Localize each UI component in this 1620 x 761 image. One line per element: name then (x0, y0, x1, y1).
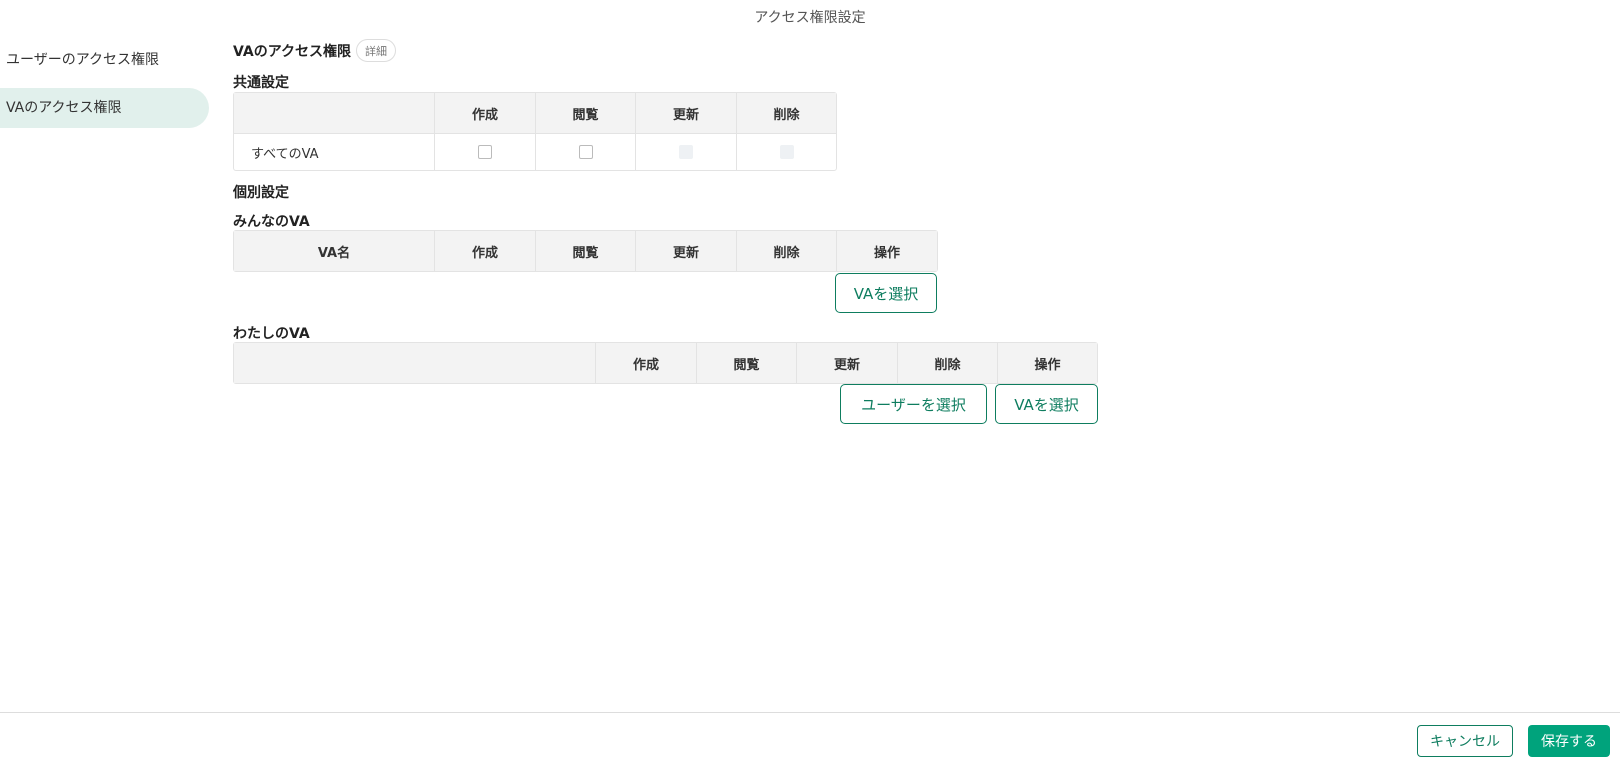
individual-settings-label: 個別設定 (233, 185, 289, 201)
table-header: 作成 閲覧 更新 削除 (234, 93, 836, 133)
column-header-update: 更新 (636, 93, 737, 133)
view-checkbox[interactable] (578, 145, 593, 159)
column-header-view: 閲覧 (536, 231, 636, 271)
column-header-create: 作成 (435, 93, 536, 133)
column-header-va-name: VA名 (234, 231, 435, 271)
delete-checkbox[interactable] (779, 145, 794, 159)
footer-divider (0, 712, 1620, 713)
table-row: すべてのVA (234, 133, 836, 170)
column-header (234, 343, 596, 383)
column-header-update: 更新 (797, 343, 898, 383)
column-header-delete: 削除 (737, 231, 837, 271)
table-header: VA名 作成 閲覧 更新 削除 操作 (234, 231, 937, 271)
column-header (234, 93, 435, 133)
detail-badge[interactable]: 詳細 (356, 39, 396, 62)
save-button[interactable]: 保存する (1528, 725, 1610, 757)
row-label-all-va: すべてのVA (234, 134, 435, 170)
sidebar-item-user-access[interactable]: ユーザーのアクセス権限 (0, 40, 209, 80)
cancel-button[interactable]: キャンセル (1417, 725, 1513, 757)
common-settings-table: 作成 閲覧 更新 削除 すべてのVA (233, 92, 837, 171)
column-header-create: 作成 (596, 343, 697, 383)
column-header-create: 作成 (435, 231, 536, 271)
update-checkbox[interactable] (679, 145, 693, 159)
table-header: 作成 閲覧 更新 削除 操作 (234, 343, 1097, 383)
my-select-user-button[interactable]: ユーザーを選択 (840, 384, 987, 424)
column-header-update: 更新 (636, 231, 737, 271)
create-checkbox[interactable] (478, 145, 492, 159)
sidebar-item-va-access[interactable]: VAのアクセス権限 (0, 88, 209, 128)
dialog-title: アクセス権限設定 (754, 10, 866, 26)
column-header-operation: 操作 (873, 245, 900, 261)
column-header-view: 閲覧 (697, 343, 797, 383)
common-settings-label: 共通設定 (233, 75, 289, 91)
my-select-va-button[interactable]: VAを選択 (995, 384, 1098, 424)
column-header-delete: 削除 (898, 343, 998, 383)
my-va-label: わたしのVA (233, 326, 310, 342)
sidebar-item-label: VAのアクセス権限 (6, 100, 122, 116)
everyone-select-va-button[interactable]: VAを選択 (835, 273, 937, 313)
sidebar-item-label: ユーザーのアクセス権限 (6, 52, 160, 68)
column-header-operation: 操作 (1034, 357, 1061, 373)
my-va-table: 作成 閲覧 更新 削除 操作 (233, 342, 1098, 384)
column-header-delete: 削除 (773, 107, 800, 123)
everyone-va-label: みんなのVA (233, 214, 310, 230)
section-heading: VAのアクセス権限 (233, 44, 352, 60)
everyone-va-table: VA名 作成 閲覧 更新 削除 操作 (233, 230, 938, 272)
column-header-view: 閲覧 (536, 93, 636, 133)
